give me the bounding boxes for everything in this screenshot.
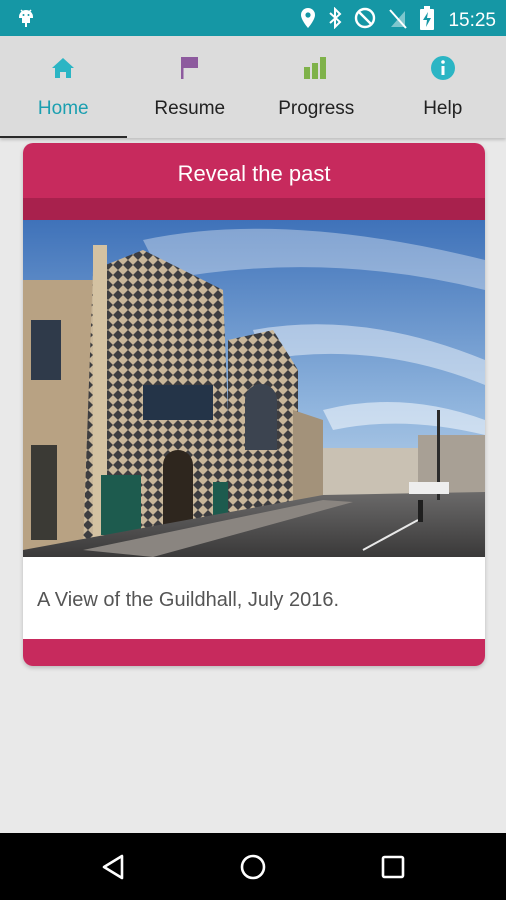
card-title: Reveal the past [177, 161, 331, 186]
back-icon[interactable] [98, 851, 130, 883]
tab-bar: Home Resume Progress Help [0, 36, 506, 138]
do-not-disturb-icon [354, 7, 376, 34]
tab-home-label: Home [37, 98, 89, 119]
tab-resume-label: Resume [154, 98, 226, 119]
bar-chart-icon [302, 54, 330, 82]
tab-home[interactable]: Home [0, 36, 127, 138]
guildhall-photo [23, 220, 485, 557]
location-icon [300, 7, 316, 34]
recents-icon[interactable] [377, 851, 409, 883]
card-caption: A View of the Guildhall, July 2016. [37, 589, 340, 611]
tab-progress[interactable]: Progress [253, 36, 380, 138]
clock: 15:25 [448, 9, 496, 31]
navigation-bar [0, 833, 506, 900]
tab-progress-label: Progress [278, 98, 355, 119]
status-bar: 15:25 [0, 0, 506, 36]
card-header-band [23, 198, 485, 220]
tab-help[interactable]: Help [380, 36, 506, 138]
no-signal-icon [388, 7, 408, 34]
tab-resume[interactable]: Resume [127, 36, 254, 138]
flag-icon [176, 54, 204, 82]
battery-charging-icon [420, 6, 435, 35]
home-icon [49, 54, 77, 82]
tab-help-label: Help [423, 98, 463, 119]
card-footer [23, 639, 485, 666]
card-header: Reveal the past [23, 143, 485, 220]
home-circle-icon[interactable] [237, 851, 269, 883]
android-icon [16, 8, 36, 33]
bluetooth-icon [328, 6, 342, 34]
reveal-card[interactable]: Reveal the past A View of the Guildhall,… [23, 143, 485, 666]
info-icon [429, 54, 457, 82]
